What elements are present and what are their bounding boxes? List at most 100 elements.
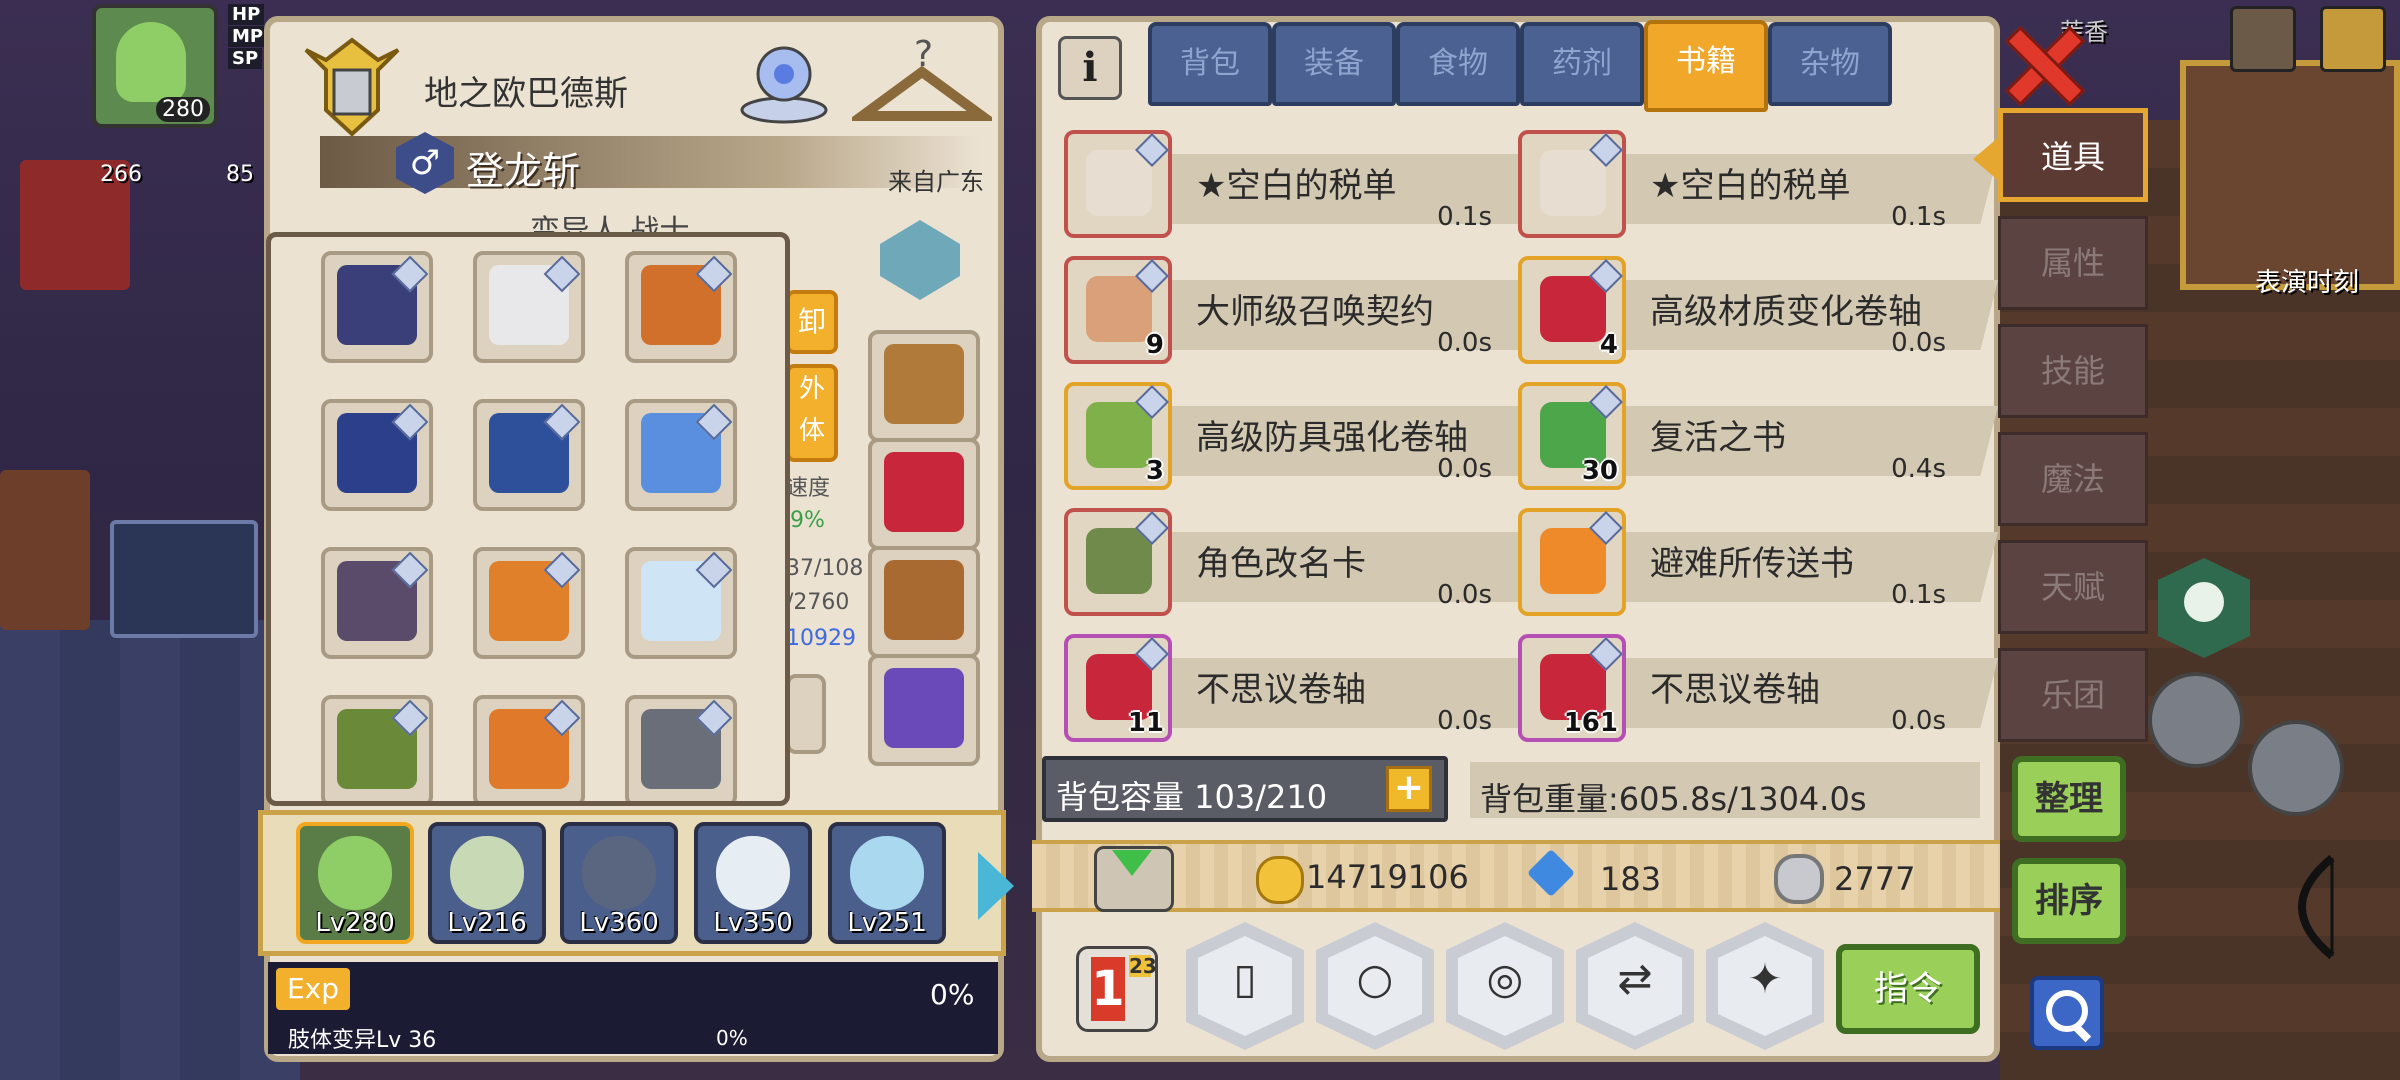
side-equip-boots[interactable] [868, 546, 980, 658]
stage-building [2180, 60, 2400, 290]
inventory-item[interactable]: 角色改名卡 0.0s [1064, 508, 1544, 616]
equip-armor[interactable] [473, 399, 585, 511]
inventory-item[interactable]: ★空白的税单 0.1s [1518, 130, 1998, 238]
download-arrow-icon [1112, 850, 1152, 876]
swap-weapon-button[interactable] [2148, 672, 2244, 768]
inventory-item[interactable]: 11 不思议卷轴 0.0s [1064, 634, 1544, 742]
limb-mutation-percent: 0% [716, 1026, 748, 1050]
attack-button[interactable] [2248, 720, 2344, 816]
tab-5[interactable]: 杂物 [1768, 22, 1892, 106]
item-name: 高级防具强化卷轴 [1196, 418, 1468, 458]
party-member-level: Lv216 [447, 908, 527, 938]
left-floor-tiles [0, 620, 300, 1080]
bag-capacity: 背包容量 103/210 [1056, 778, 1328, 816]
party-member-level: Lv350 [713, 908, 793, 938]
hotkey-button[interactable]: 1 23 [1076, 946, 1158, 1032]
silver-coin-icon [1774, 854, 1824, 904]
player-portrait[interactable]: 280 [92, 4, 218, 128]
equip-dragon[interactable] [625, 695, 737, 801]
inventory-item[interactable]: 9 大师级召唤契约 0.0s [1064, 256, 1544, 364]
tab-3[interactable]: 药剂 [1520, 22, 1644, 106]
equip-staff[interactable] [321, 695, 433, 801]
close-icon[interactable] [2004, 26, 2076, 100]
limb-mutation-level: 肢体变异Lv 36 [288, 1028, 437, 1053]
item-time: 0.0s [1437, 454, 1492, 484]
stat-a-value: 266 [100, 162, 142, 187]
side-equip-crystal[interactable] [868, 210, 980, 322]
hanger-icon[interactable]: ? [852, 32, 992, 128]
expand-capacity-button[interactable]: + [1386, 766, 1432, 812]
beacon-icon[interactable] [736, 32, 832, 128]
item-art [1540, 276, 1606, 342]
side-tab-2[interactable]: 技能 [1998, 324, 2148, 418]
side-equip-ring[interactable] [868, 654, 980, 766]
inventory-item[interactable]: 4 高级材质变化卷轴 0.0s [1518, 256, 1998, 364]
item-art [1540, 150, 1606, 216]
party-member[interactable]: Lv280 [296, 822, 414, 944]
item-quantity: 11 [1127, 708, 1164, 738]
tab-1[interactable]: 装备 [1272, 22, 1396, 106]
appearance-button[interactable]: 外体 [786, 364, 838, 462]
tab-4[interactable]: 书籍 [1644, 20, 1768, 112]
party-next-arrow-icon[interactable] [978, 852, 1014, 920]
command-button[interactable]: 指令 [1836, 944, 1980, 1034]
party-member-avatar [450, 836, 524, 910]
item-name: 不思议卷轴 [1196, 670, 1366, 710]
item-art [1086, 276, 1152, 342]
party-member[interactable]: Lv251 [828, 822, 946, 944]
equip-vest[interactable] [321, 547, 433, 659]
inventory-item[interactable]: 30 复活之书 0.4s [1518, 382, 1998, 490]
bow-icon[interactable] [2262, 852, 2352, 962]
item-time: 0.4s [1891, 454, 1946, 484]
item-icon [1518, 130, 1626, 238]
player-level: 280 [156, 97, 210, 122]
expand-icon[interactable] [2320, 6, 2386, 72]
tab-0[interactable]: 背包 [1148, 22, 1272, 106]
party-member-avatar [716, 836, 790, 910]
info-button[interactable]: i [1058, 36, 1122, 100]
party-member-avatar [850, 836, 924, 910]
side-slot-partial[interactable] [786, 674, 826, 754]
item-art [1086, 528, 1152, 594]
equip-spear[interactable] [473, 547, 585, 659]
party-member[interactable]: Lv216 [428, 822, 546, 944]
sp-label: SP [228, 48, 263, 69]
equip-blade[interactable] [625, 547, 737, 659]
party-member[interactable]: Lv360 [560, 822, 678, 944]
item-art [1086, 402, 1152, 468]
side-equip-necklace[interactable] [868, 438, 980, 550]
inventory-item[interactable]: 3 高级防具强化卷轴 0.0s [1064, 382, 1544, 490]
item-time: 0.0s [1891, 328, 1946, 358]
inventory-item[interactable]: ★空白的税单 0.1s [1064, 130, 1544, 238]
equip-gun[interactable] [625, 399, 737, 511]
equip-helmet[interactable] [321, 251, 433, 363]
search-button[interactable] [2030, 976, 2104, 1050]
character-title: 登龙斩 [466, 149, 581, 193]
side-tab-3[interactable]: 魔法 [1998, 432, 2148, 526]
equip-cloak[interactable] [321, 399, 433, 511]
side-tab-5[interactable]: 乐团 [1998, 648, 2148, 742]
item-icon [1064, 508, 1172, 616]
equip-amulet[interactable] [625, 251, 737, 363]
party-member[interactable]: Lv350 [694, 822, 812, 944]
inventory-item[interactable]: 避难所传送书 0.1s [1518, 508, 1998, 616]
sort-tidy-button[interactable]: 整理 [2012, 756, 2126, 842]
equip-headphones[interactable] [473, 251, 585, 363]
side-tab-1[interactable]: 属性 [1998, 216, 2148, 310]
side-tab-4[interactable]: 天赋 [1998, 540, 2148, 634]
unequip-button[interactable]: 卸 [786, 290, 838, 354]
player-face [116, 22, 186, 102]
tree-icon [2184, 582, 2224, 622]
character-name: 地之欧巴德斯 [424, 74, 628, 114]
side-equip-gauntlet[interactable] [868, 330, 980, 442]
tab-2[interactable]: 食物 [1396, 22, 1520, 106]
swap-icon: ⇄ [1617, 954, 1653, 1003]
inventory-item[interactable]: 161 不思议卷轴 0.0s [1518, 634, 1998, 742]
equip-pumpkin[interactable] [473, 695, 585, 801]
item-time: 0.1s [1891, 580, 1946, 610]
item-name: 角色改名卡 [1196, 544, 1366, 584]
item-time: 0.1s [1891, 202, 1946, 232]
side-tab-0[interactable]: 道具 [1973, 108, 2148, 202]
order-button[interactable]: 排序 [2012, 858, 2126, 944]
globe-icon[interactable] [2230, 6, 2296, 72]
